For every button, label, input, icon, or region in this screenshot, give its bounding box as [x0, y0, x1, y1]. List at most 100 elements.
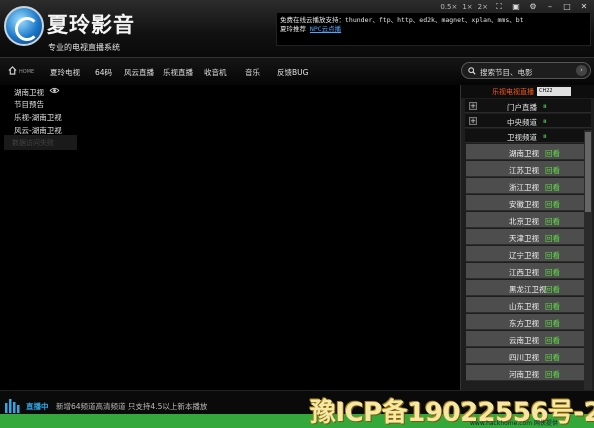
search-icon [468, 67, 476, 75]
notice-prefix: 夏玲推荐 [280, 25, 306, 33]
logo-icon [4, 6, 44, 46]
screenshot-icon[interactable]: ▣ [510, 2, 522, 11]
replay-link[interactable]: 回看 [545, 233, 560, 244]
settings-icon[interactable]: ⚙ [527, 2, 539, 11]
channel-name: 江苏卫视 [509, 166, 539, 175]
channel-row[interactable]: 黑龙江卫视 回看 [466, 280, 584, 296]
search-box[interactable]: 搜索节目、电影 › [461, 62, 591, 79]
header-bar: 夏玲影音 专业的电视直播系统 0.5× 1× 2× ⛶ ▣ ⚙ – □ ✕ 免费… [0, 0, 594, 57]
zoom-two-button[interactable]: 2× [478, 3, 488, 11]
program-guide-link[interactable]: 节目预告 [14, 99, 44, 110]
group-label: 门户直播 [507, 103, 537, 112]
notice-line: 免费在线云播放支持：thunder、ftp、http、ed2k、magnet、x… [280, 16, 524, 24]
group-satellite[interactable]: 卫视频道 ıııı [465, 129, 591, 143]
channel-row[interactable]: 江西卫视 回看 [466, 263, 584, 279]
video-area[interactable] [0, 85, 460, 390]
replay-link[interactable]: 回看 [545, 216, 560, 227]
group-cctv[interactable]: + 中央频道 ıııı [465, 114, 591, 128]
search-input[interactable]: 搜索节目、电影 [480, 67, 533, 78]
scrollbar-thumb[interactable] [585, 132, 591, 212]
channel-name: 北京卫视 [509, 217, 539, 226]
channel-row[interactable]: 云南卫视 回看 [466, 331, 584, 347]
channel-row[interactable]: 河南卫视 回看 [466, 365, 584, 381]
maximize-icon[interactable]: □ [561, 2, 573, 11]
channel-panel: 乐视电视直播 CH22 + 门户直播 ıııı + 中央频道 ıııı 卫视频道… [460, 85, 594, 390]
channel-row[interactable]: 湖南卫视 回看 [466, 144, 584, 160]
replay-link[interactable]: 回看 [545, 165, 560, 176]
replay-link[interactable]: 回看 [545, 352, 560, 363]
replay-link[interactable]: 回看 [545, 369, 560, 380]
replay-link[interactable]: 回看 [545, 148, 560, 159]
eye-icon[interactable] [49, 87, 60, 94]
signal-icon: ıııı [543, 103, 547, 110]
status-text: 新增64频道高清频道 只支持4.5以上新本播放 [56, 402, 208, 411]
replay-link[interactable]: 回看 [545, 182, 560, 193]
channel-name: 湖南卫视 [509, 149, 539, 158]
nav-item-music[interactable]: 音乐 [245, 67, 260, 78]
channel-name: 东方卫视 [509, 319, 539, 328]
source-letv-hunan[interactable]: 乐视-湖南卫视 [14, 112, 62, 123]
channel-row[interactable]: 天津卫视 回看 [466, 229, 584, 245]
replay-link[interactable]: 回看 [545, 267, 560, 278]
minimize-icon[interactable]: – [544, 2, 556, 11]
channel-row[interactable]: 山东卫视 回看 [466, 297, 584, 313]
group-label: 卫视频道 [507, 133, 537, 142]
live-bars-icon [5, 399, 20, 413]
app-title: 夏玲影音 [47, 13, 135, 37]
channel-name: 云南卫视 [509, 336, 539, 345]
current-channel[interactable]: 湖南卫视 [14, 87, 44, 98]
zoom-one-button[interactable]: 1× [462, 3, 472, 11]
nav-item-letv[interactable]: 乐视直播 [163, 67, 193, 78]
channel-name: 安徽卫视 [509, 200, 539, 209]
channel-badge: CH22 [537, 87, 571, 96]
channel-name: 河南卫视 [509, 370, 539, 379]
channel-row[interactable]: 辽宁卫视 回看 [466, 246, 584, 262]
signal-icon: ıııı [543, 118, 547, 125]
channel-scrollbar[interactable] [584, 130, 592, 390]
group-label: 中央频道 [507, 118, 537, 127]
zoom-half-button[interactable]: 0.5× [440, 3, 457, 11]
home-label[interactable]: HOME [19, 69, 34, 75]
signal-icon: ıııı [543, 133, 547, 140]
channel-name: 江西卫视 [509, 268, 539, 277]
channel-panel-header: 乐视电视直播 CH22 [461, 85, 594, 98]
close-icon[interactable]: ✕ [578, 2, 590, 11]
channel-name: 辽宁卫视 [509, 251, 539, 260]
window-controls: 0.5× 1× 2× ⛶ ▣ ⚙ – □ ✕ [440, 2, 590, 11]
nav-item-radio[interactable]: 收音机 [204, 67, 227, 78]
notice-link[interactable]: NPC云点播 [310, 25, 341, 33]
notice-line-2: 夏玲推荐 NPC云点播 [280, 25, 587, 34]
channel-row[interactable]: 安徽卫视 回看 [466, 195, 584, 211]
notice-box: 免费在线云播放支持：thunder、ftp、http、ed2k、magnet、x… [276, 12, 591, 46]
nav-item-fengyun[interactable]: 风云直播 [124, 67, 154, 78]
channel-panel-title: 乐视电视直播 [492, 88, 534, 96]
nav-item-xialing-tv[interactable]: 夏玲电视 [50, 67, 80, 78]
channel-name: 山东卫视 [509, 302, 539, 311]
replay-link[interactable]: 回看 [545, 250, 560, 261]
expand-icon[interactable]: + [469, 102, 477, 110]
search-go-icon[interactable]: › [576, 65, 587, 76]
replay-link[interactable]: 回看 [545, 199, 560, 210]
app-subtitle: 专业的电视直播系统 [48, 43, 120, 52]
channel-row[interactable]: 东方卫视 回看 [466, 314, 584, 330]
replay-link[interactable]: 回看 [545, 284, 560, 295]
channel-name: 四川卫视 [509, 353, 539, 362]
nav-item-64[interactable]: 64码 [95, 67, 112, 78]
faded-source: 数据访问失败 [4, 135, 77, 150]
home-icon[interactable] [8, 66, 17, 75]
fullscreen-icon[interactable]: ⛶ [493, 2, 505, 11]
replay-link[interactable]: 回看 [545, 335, 560, 346]
channel-row[interactable]: 四川卫视 回看 [466, 348, 584, 364]
site-credit: www.hackhome.com 网侠提供 [470, 420, 558, 427]
expand-icon[interactable]: + [469, 117, 477, 125]
nav-item-feedback[interactable]: 反馈BUG [277, 67, 308, 78]
replay-link[interactable]: 回看 [545, 301, 560, 312]
channel-name: 浙江卫视 [509, 183, 539, 192]
group-portal[interactable]: + 门户直播 ıııı [465, 99, 591, 113]
channel-row[interactable]: 北京卫视 回看 [466, 212, 584, 228]
channel-name: 天津卫视 [509, 234, 539, 243]
channel-row[interactable]: 浙江卫视 回看 [466, 178, 584, 194]
channel-name: 黑龙江卫视 [509, 285, 547, 294]
replay-link[interactable]: 回看 [545, 318, 560, 329]
channel-row[interactable]: 江苏卫视 回看 [466, 161, 584, 177]
